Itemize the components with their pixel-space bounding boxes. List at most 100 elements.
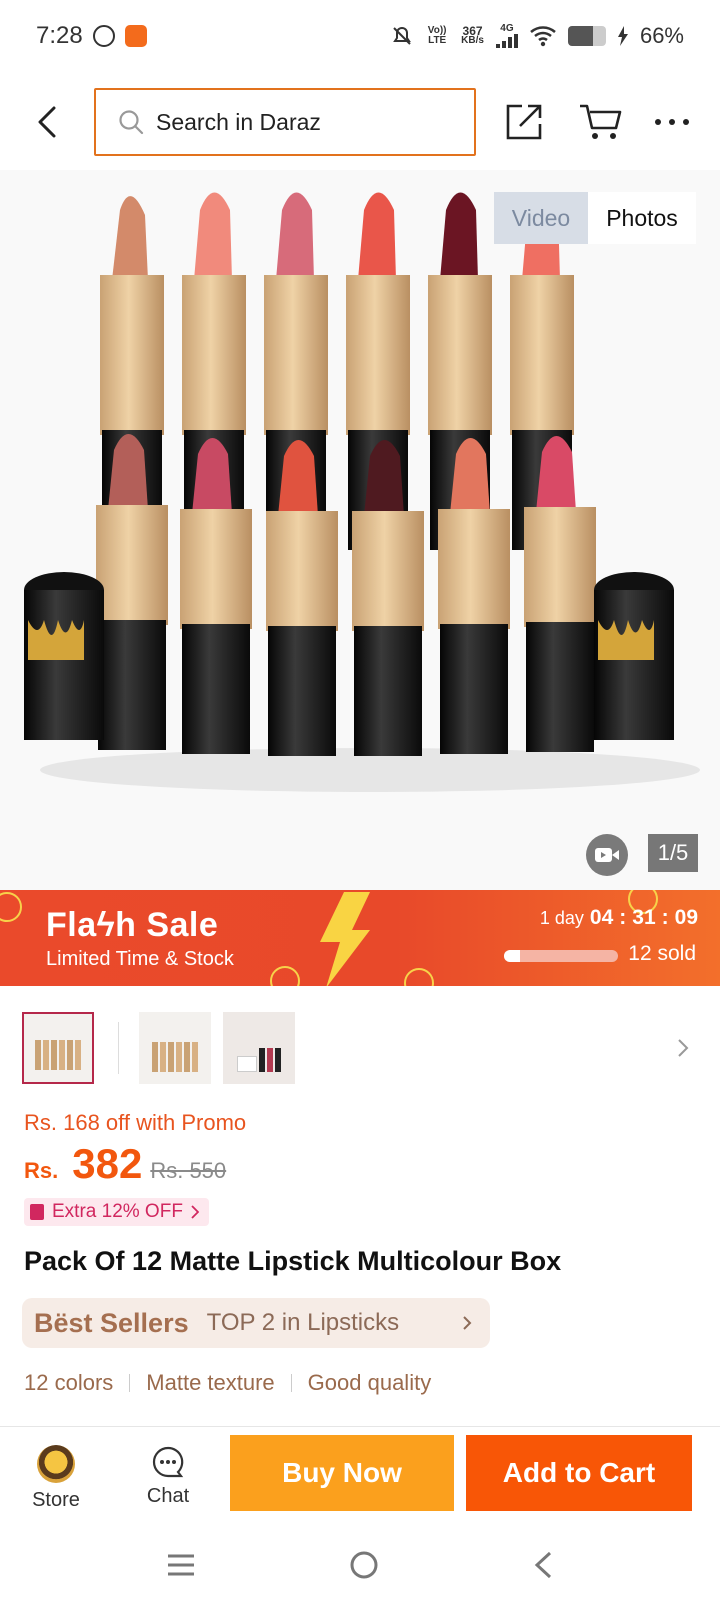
wifi-icon <box>530 26 556 47</box>
sold-progress-bar <box>504 950 618 962</box>
thumbnail-2[interactable] <box>139 1012 211 1084</box>
product-gallery[interactable]: Video Photos 1/5 <box>0 170 720 890</box>
network-type: 4G <box>500 23 514 34</box>
system-back-icon[interactable] <box>532 1550 554 1580</box>
store-logo-icon <box>37 1445 75 1483</box>
flash-sale-banner[interactable]: Flaϟh Sale Limited Time & Stock 1 day 04… <box>0 890 720 986</box>
lightning-bolt-icon <box>320 892 370 986</box>
best-sellers-banner[interactable]: Bëst Sellers TOP 2 in Lipsticks <box>22 1298 490 1348</box>
whatsapp-icon <box>92 25 115 47</box>
extra-off-badge[interactable]: Extra 12% OFF <box>24 1198 209 1226</box>
thumb-mark <box>237 1056 257 1072</box>
thumb-mark <box>267 1048 273 1072</box>
alarm-clock-icon <box>404 968 434 986</box>
current-price: 382 <box>72 1140 143 1187</box>
timer-minutes: 31 <box>632 906 656 929</box>
buy-now-button[interactable]: Buy Now <box>230 1435 454 1511</box>
countdown-timer: 1 day 04: 31: 09 <box>540 906 698 930</box>
bottom-action-bar: Store Chat Buy Now Add to Cart <box>0 1426 720 1530</box>
video-camera-icon <box>595 848 619 862</box>
thumb-mark <box>67 1040 73 1070</box>
timer-days: 1 day <box>539 908 584 928</box>
chevron-right-icon[interactable] <box>676 1037 690 1059</box>
alarm-clock-icon <box>270 966 300 986</box>
search-placeholder: Search in Daraz <box>156 108 321 135</box>
chat-label: Chat <box>146 1485 190 1507</box>
sold-count: 12 sold <box>628 942 696 965</box>
thumb-mark <box>160 1042 166 1072</box>
flash-sale-subtitle: Limited Time & Stock <box>46 948 234 970</box>
more-options-icon[interactable] <box>652 110 692 134</box>
best-sellers-rank: TOP 2 in Lipsticks <box>206 1309 400 1336</box>
sold-progress-fill <box>504 950 520 962</box>
promo-text[interactable]: Rs. 168 off with Promo <box>24 1110 246 1136</box>
chat-icon <box>152 1446 184 1478</box>
timer-sep: : <box>661 906 669 929</box>
media-toggle: Video Photos <box>494 192 696 244</box>
status-bar: 7:28 Vo)) LTE 367 KB/s 4G 66% <box>0 0 720 72</box>
lipstick-back-row <box>100 192 574 550</box>
tag-quality: Good quality <box>307 1370 432 1395</box>
thumb-mark <box>152 1042 158 1072</box>
best-sellers-label: Bëst Sellers <box>34 1307 189 1338</box>
tag-separator <box>129 1374 131 1392</box>
product-title: Pack Of 12 Matte Lipstick Multicolour Bo… <box>24 1246 562 1276</box>
thumb-mark <box>192 1042 198 1072</box>
thumb-mark <box>35 1040 41 1070</box>
search-icon <box>119 110 144 135</box>
chat-button[interactable]: Chat <box>136 1445 200 1508</box>
system-nav-bar <box>0 1530 720 1600</box>
price-currency: Rs. <box>24 1158 59 1183</box>
data-speed: 367 KB/s <box>461 25 484 46</box>
store-button[interactable]: Store <box>24 1445 88 1512</box>
original-price: Rs. 550 <box>150 1158 227 1183</box>
thumb-mark <box>51 1040 57 1070</box>
thumbnail-divider <box>118 1022 119 1074</box>
timer-seconds: 09 <box>674 906 698 929</box>
product-tags: 12 colors Matte texture Good quality <box>24 1370 431 1396</box>
thumb-mark <box>168 1042 174 1072</box>
battery-icon <box>567 26 606 46</box>
thumb-mark <box>176 1042 182 1072</box>
add-to-cart-button[interactable]: Add to Cart <box>466 1435 692 1511</box>
search-input[interactable]: Search in Daraz <box>94 88 476 156</box>
timer-sep: : <box>619 906 627 929</box>
cart-icon[interactable] <box>578 102 622 142</box>
back-button[interactable] <box>32 102 64 142</box>
image-counter: 1/5 <box>648 834 698 872</box>
charging-icon <box>617 26 628 46</box>
signal-icon <box>495 34 518 48</box>
tag-texture: Matte texture <box>146 1370 275 1395</box>
thumbnail-3[interactable] <box>223 1012 295 1084</box>
thumbnail-1[interactable] <box>22 1012 94 1084</box>
chevron-right-icon <box>463 1316 472 1330</box>
status-time: 7:28 <box>36 22 83 49</box>
speed-unit: KB/s <box>461 35 484 46</box>
flash-sale-title: Flaϟh Sale <box>46 906 219 944</box>
voucher-icon <box>30 1204 44 1220</box>
tag-colors: 12 colors <box>24 1370 114 1395</box>
thumb-mark <box>184 1042 190 1072</box>
notification-app-icon <box>124 25 147 47</box>
thumb-mark <box>259 1048 265 1072</box>
battery-percent: 66% <box>639 23 684 48</box>
share-icon[interactable] <box>504 102 544 142</box>
tab-video[interactable]: Video <box>494 192 588 244</box>
play-video-button[interactable] <box>586 834 628 876</box>
recent-apps-icon[interactable] <box>166 1553 196 1577</box>
header: Search in Daraz <box>0 88 720 156</box>
thumb-mark <box>75 1040 81 1070</box>
tag-separator <box>290 1374 292 1392</box>
tab-photos[interactable]: Photos <box>588 192 696 244</box>
extra-off-text: Extra 12% OFF <box>52 1201 183 1222</box>
network-indicator: 4G <box>495 23 518 48</box>
thumb-mark <box>59 1040 65 1070</box>
thumb-mark <box>275 1048 281 1072</box>
chevron-right-icon <box>191 1205 199 1219</box>
home-icon[interactable] <box>349 1550 379 1580</box>
timer-hours: 04 <box>589 906 614 929</box>
volte-indicator: Vo)) LTE <box>427 25 447 46</box>
thumbnail-strip <box>22 1010 698 1086</box>
store-label: Store <box>32 1489 80 1511</box>
alarm-clock-icon <box>0 892 22 922</box>
